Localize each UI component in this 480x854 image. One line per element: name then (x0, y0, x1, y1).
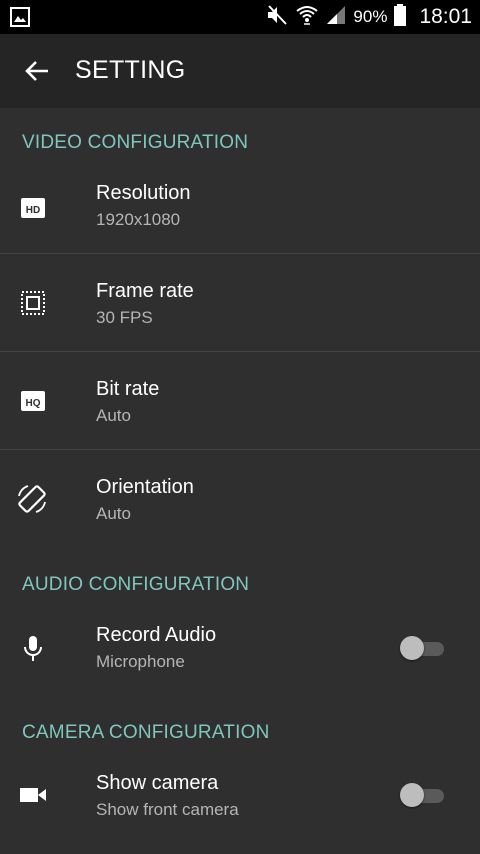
setting-title: Bit rate (96, 378, 160, 400)
setting-title: Resolution (96, 182, 191, 204)
videocam-icon (18, 780, 48, 810)
page-title: SETTING (75, 56, 186, 84)
hd-icon: HD (18, 193, 48, 223)
toggle-thumb (400, 636, 424, 660)
section-header-video: VIDEO CONFIGURATION (22, 132, 249, 153)
setting-record-audio[interactable]: Record Audio Microphone (0, 598, 480, 696)
section-header-camera: CAMERA CONFIGURATION (22, 722, 270, 743)
show-camera-toggle[interactable] (400, 781, 446, 809)
status-bar: 90% 18:01 (0, 0, 480, 34)
svg-text:HD: HD (26, 205, 40, 216)
setting-resolution[interactable]: HD Resolution 1920x1080 (0, 156, 480, 254)
setting-value: Auto (96, 406, 131, 425)
hq-icon: HQ (18, 386, 48, 416)
app-toolbar: SETTING (0, 34, 480, 108)
frame-icon (18, 288, 48, 318)
mic-icon (18, 633, 48, 663)
svg-text:HQ: HQ (26, 398, 41, 409)
setting-show-camera[interactable]: Show camera Show front camera (0, 746, 480, 844)
toggle-thumb (400, 783, 424, 807)
setting-value: Microphone (96, 652, 185, 671)
signal-icon (325, 4, 347, 31)
clock: 18:01 (419, 5, 472, 28)
setting-value: 1920x1080 (96, 210, 181, 229)
setting-title: Frame rate (96, 280, 194, 302)
setting-title: Record Audio (96, 624, 217, 646)
setting-value: 30 FPS (96, 308, 153, 327)
record-audio-toggle[interactable] (400, 634, 446, 662)
setting-title: Orientation (96, 476, 194, 498)
setting-frame-rate[interactable]: Frame rate 30 FPS (0, 254, 480, 352)
battery-icon (393, 3, 407, 32)
arrow-back-icon[interactable] (22, 56, 52, 86)
setting-value: Show front camera (96, 800, 239, 819)
wifi-icon (295, 3, 319, 32)
gallery-icon (10, 7, 30, 27)
mute-icon (265, 3, 289, 32)
battery-percent: 90% (353, 7, 388, 26)
setting-title: Show camera (96, 772, 219, 794)
section-header-audio: AUDIO CONFIGURATION (22, 574, 250, 595)
setting-value: Auto (96, 504, 131, 523)
screen-rotation-icon (15, 482, 49, 516)
status-bar-right: 90% 18:01 (265, 0, 472, 34)
setting-bit-rate[interactable]: HQ Bit rate Auto (0, 352, 480, 450)
setting-orientation[interactable]: Orientation Auto (0, 450, 480, 548)
